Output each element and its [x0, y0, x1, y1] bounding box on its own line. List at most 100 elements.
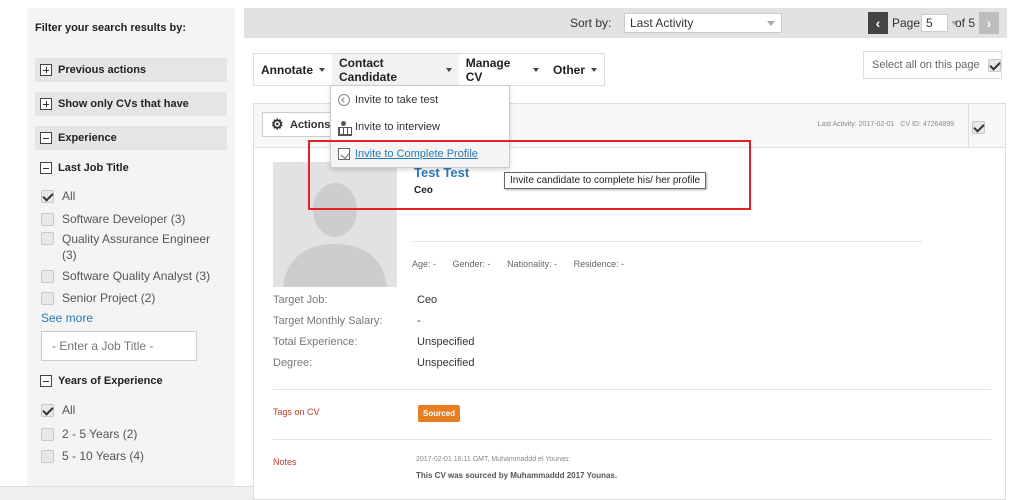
section-show-only[interactable]: Show only CVs that have	[35, 92, 227, 116]
expand-icon	[40, 64, 52, 76]
action-menubar: Annotate Contact Candidate Manage CV Oth…	[253, 53, 605, 86]
chevron-down-icon	[445, 67, 452, 72]
job-option[interactable]: Software Quality Analyst (3)	[27, 269, 235, 283]
detail-degree: Degree: Unspecified	[273, 357, 474, 369]
chevron-down-icon	[319, 67, 325, 72]
select-all-control[interactable]: Select all on this page	[863, 51, 1002, 79]
detail-total-experience: Total Experience: Unspecified	[273, 336, 474, 348]
detail-key: Degree:	[273, 357, 313, 369]
years-option[interactable]: 2 - 5 Years (2)	[27, 427, 235, 441]
chevron-right-icon[interactable]: ›	[979, 12, 999, 34]
filter-sidebar: Filter your search results by: Previous …	[27, 8, 235, 500]
job-option[interactable]: Quality Assurance Engineer (3)	[27, 231, 217, 263]
chevron-down-icon	[532, 67, 539, 72]
chevron-down-icon	[767, 21, 775, 26]
meta-residence: Residence: -	[573, 259, 625, 269]
subhead-label: Last Job Title	[58, 162, 129, 174]
checkbox[interactable]	[41, 213, 54, 226]
divider	[412, 241, 922, 242]
detail-target-job: Target Job: Ceo	[273, 294, 437, 306]
divider	[968, 104, 969, 148]
filter-heading: Filter your search results by:	[35, 22, 186, 34]
dropdown-item-label: Invite to take test	[355, 93, 439, 106]
meta-nationality: Nationality: -	[507, 259, 558, 269]
select-all-label: Select all on this page	[872, 59, 980, 71]
page-label: Page	[892, 16, 921, 30]
menu-label: Other	[552, 62, 585, 77]
job-title-input[interactable]	[41, 331, 197, 361]
subhead-label: Years of Experience	[58, 375, 163, 387]
collapse-icon	[40, 375, 52, 387]
sort-select[interactable]: Last Activity	[624, 13, 782, 33]
divider	[273, 439, 991, 440]
section-label: Previous actions	[58, 64, 147, 76]
tags-label: Tags on CV	[273, 407, 320, 417]
job-option[interactable]: Software Developer (3)	[27, 212, 235, 226]
sort-label: Sort by:	[570, 16, 612, 30]
menu-other[interactable]: Other	[546, 54, 604, 85]
notes-label: Notes	[273, 457, 297, 467]
actions-button[interactable]: Actions	[262, 112, 332, 137]
option-label: 2 - 5 Years (2)	[62, 427, 138, 441]
detail-key: Target Job:	[273, 294, 328, 306]
menu-annotate[interactable]: Annotate	[254, 54, 332, 85]
actions-label: Actions	[290, 118, 331, 131]
chevron-left-icon[interactable]: ‹	[868, 12, 888, 34]
option-label: Software Developer (3)	[62, 212, 186, 226]
checkbox[interactable]	[41, 292, 54, 305]
years-option-all[interactable]: All	[27, 403, 235, 417]
detail-value: Ceo	[417, 294, 438, 306]
section-previous-actions[interactable]: Previous actions	[35, 58, 227, 82]
card-checkbox[interactable]	[972, 121, 985, 134]
option-label: Software Quality Analyst (3)	[62, 269, 211, 283]
menu-contact-candidate[interactable]: Contact Candidate	[332, 54, 459, 85]
option-label: 5 - 10 Years (4)	[62, 449, 145, 463]
option-label: All	[62, 403, 76, 417]
sort-bar: Sort by: Last Activity ‹ Page 5 of 5 ›	[244, 8, 1007, 38]
job-option[interactable]: Senior Project (2)	[27, 291, 235, 305]
page-select[interactable]: 5	[921, 14, 957, 32]
tag-badge[interactable]: Sourced	[418, 405, 461, 422]
detail-target-salary: Target Monthly Salary: -	[273, 315, 421, 327]
checkbox[interactable]	[41, 270, 54, 283]
checkbox[interactable]	[41, 190, 54, 203]
invite-take-test-item[interactable]: Invite to take test	[331, 86, 509, 113]
menu-manage-cv[interactable]: Manage CV	[459, 54, 546, 85]
collapse-icon	[40, 132, 52, 144]
checkbox[interactable]	[41, 404, 54, 417]
detail-key: Total Experience:	[273, 336, 358, 348]
menu-label: Annotate	[261, 62, 313, 77]
option-label: All	[62, 189, 76, 203]
section-experience[interactable]: Experience	[35, 126, 227, 150]
collapse-icon	[40, 162, 52, 174]
menu-label: Contact Candidate	[339, 55, 398, 84]
checkbox[interactable]	[41, 450, 54, 463]
expand-icon	[40, 98, 52, 110]
interview-icon	[338, 120, 352, 136]
last-activity: Last Activity: 2017-02-01 CV ID: 4726489…	[818, 121, 954, 128]
see-more-link[interactable]: See more	[27, 311, 235, 325]
note-text: This CV was sourced by Muhammaddd 2017 Y…	[416, 471, 618, 480]
detail-value: -	[417, 315, 421, 327]
page-value: 5	[926, 16, 933, 30]
last-activity-value: Last Activity: 2017-02-01	[817, 121, 895, 128]
meta-age: Age: -	[412, 259, 437, 269]
candidate-meta: Age: - Gender: - Nationality: - Residenc…	[412, 259, 638, 269]
select-all-checkbox[interactable]	[987, 58, 1001, 72]
menu-label: Manage CV	[465, 55, 511, 84]
test-icon	[338, 93, 350, 106]
invite-interview-item[interactable]: Invite to interview	[331, 113, 509, 140]
checkbox[interactable]	[41, 428, 54, 441]
page-of: of 5	[955, 16, 976, 30]
chevron-down-icon	[591, 67, 597, 72]
meta-gender: Gender: -	[452, 259, 491, 269]
checkbox[interactable]	[41, 232, 54, 245]
divider	[273, 389, 991, 390]
detail-value: Unspecified	[417, 336, 475, 348]
years-experience-heading[interactable]: Years of Experience	[27, 375, 235, 387]
section-label: Show only CVs that have	[58, 98, 189, 110]
job-option-all[interactable]: All	[27, 189, 235, 203]
last-job-title-heading[interactable]: Last Job Title	[27, 162, 235, 174]
gear-icon	[271, 116, 284, 133]
years-option[interactable]: 5 - 10 Years (4)	[27, 449, 235, 463]
